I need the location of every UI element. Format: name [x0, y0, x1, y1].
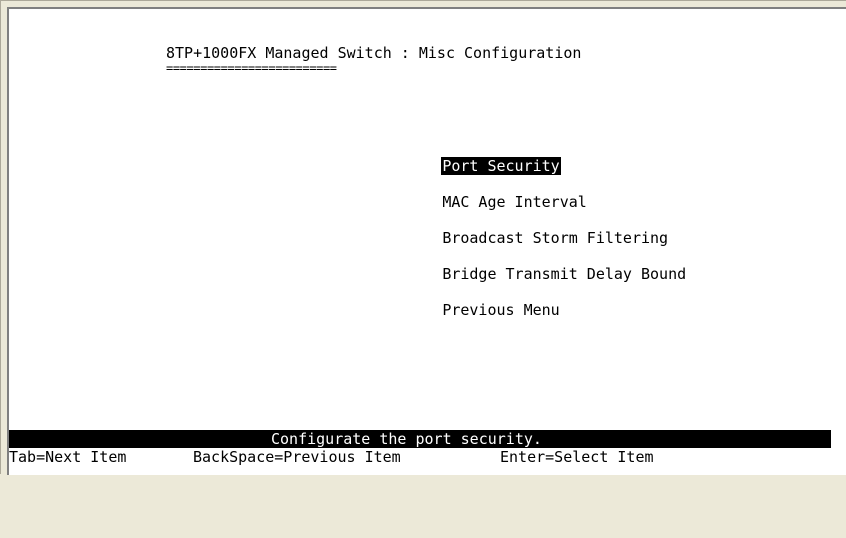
screen-title: 8TP+1000FX Managed Switch : Misc Configu… — [166, 44, 582, 62]
help-backspace-previous-item: BackSpace=Previous Item — [193, 448, 401, 466]
terminal-window-bevel: 8TP+1000FX Managed Switch : Misc Configu… — [7, 7, 846, 475]
key-help-bar: Tab=Next Item BackSpace=Previous Item En… — [9, 448, 831, 466]
status-message: Configurate the port security. — [271, 430, 542, 448]
status-bar: Configurate the port security. — [9, 430, 831, 448]
menu-item-label: Bridge Transmit Delay Bound — [442, 265, 687, 283]
title-underline: ========================= — [166, 61, 337, 75]
help-enter-select-item: Enter=Select Item — [500, 448, 654, 466]
menu-item-label: Port Security — [441, 157, 561, 175]
menu-item-label: Previous Menu — [442, 301, 560, 319]
terminal-window-frame: 8TP+1000FX Managed Switch : Misc Configu… — [0, 0, 846, 475]
menu-item-label: Broadcast Storm Filtering — [442, 229, 669, 247]
misc-configuration-menu: Port Security MAC Age Interval Broadcast… — [351, 139, 687, 319]
menu-item-port-security[interactable]: Port Security — [351, 139, 687, 175]
help-tab-next-item: Tab=Next Item — [9, 448, 127, 466]
menu-item-label: MAC Age Interval — [442, 193, 587, 211]
terminal-screen[interactable]: 8TP+1000FX Managed Switch : Misc Configu… — [9, 9, 846, 475]
